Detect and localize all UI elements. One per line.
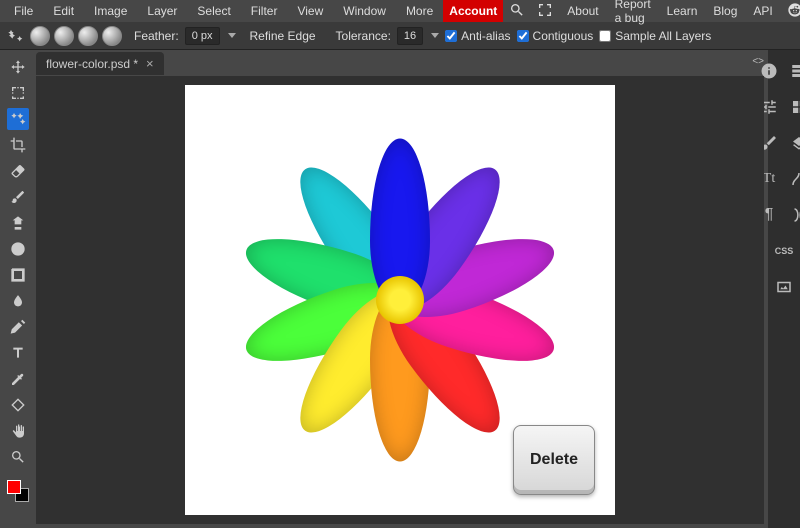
menu-bar: File Edit Image Layer Select Filter View… bbox=[0, 0, 800, 22]
selection-mode-subtract[interactable] bbox=[78, 26, 98, 46]
blur-tool[interactable] bbox=[7, 290, 29, 312]
document-tab-label: flower-color.psd * bbox=[46, 57, 138, 71]
canvas-area: Delete bbox=[36, 76, 764, 524]
history-panel-icon[interactable] bbox=[786, 58, 800, 84]
selection-mode-intersect[interactable] bbox=[102, 26, 122, 46]
magic-wand-tool[interactable] bbox=[7, 108, 29, 130]
options-bar: Feather: 0 px Refine Edge Tolerance: 16 … bbox=[0, 22, 800, 50]
flower-center bbox=[376, 276, 424, 324]
link-blog[interactable]: Blog bbox=[705, 4, 745, 18]
sample-all-checkbox[interactable]: Sample All Layers bbox=[599, 29, 711, 43]
fullscreen-icon[interactable] bbox=[531, 2, 559, 21]
type-tool[interactable] bbox=[7, 342, 29, 364]
swatches-panel-icon[interactable] bbox=[786, 94, 800, 120]
left-toolbar bbox=[6, 56, 30, 502]
tolerance-label: Tolerance: bbox=[336, 29, 391, 43]
contiguous-checkbox[interactable]: Contiguous bbox=[517, 29, 594, 43]
path-panel-icon[interactable] bbox=[786, 166, 800, 192]
hand-tool[interactable] bbox=[7, 420, 29, 442]
zoom-tool[interactable] bbox=[7, 446, 29, 468]
feather-stepper-icon[interactable] bbox=[228, 33, 236, 38]
glyphs-panel-icon[interactable] bbox=[786, 202, 800, 228]
antialias-checkbox[interactable]: Anti-alias bbox=[445, 29, 510, 43]
ruler-tool[interactable] bbox=[7, 394, 29, 416]
contiguous-label: Contiguous bbox=[533, 29, 594, 43]
delete-key-overlay: Delete bbox=[513, 425, 595, 495]
menu-file[interactable]: File bbox=[4, 0, 43, 22]
color-swatches[interactable] bbox=[7, 480, 29, 502]
document-tab[interactable]: flower-color.psd * × bbox=[36, 52, 164, 75]
menu-window[interactable]: Window bbox=[333, 0, 396, 22]
reddit-icon[interactable] bbox=[781, 2, 800, 21]
image-panel-icon[interactable] bbox=[771, 274, 797, 300]
menu-filter[interactable]: Filter bbox=[241, 0, 288, 22]
layers-panel-icon[interactable] bbox=[786, 130, 800, 156]
menu-account[interactable]: Account bbox=[443, 0, 503, 22]
foreground-color-swatch[interactable] bbox=[7, 480, 21, 494]
gradient-tool[interactable] bbox=[7, 264, 29, 286]
menu-more[interactable]: More bbox=[396, 0, 443, 22]
refine-edge-button[interactable]: Refine Edge bbox=[242, 27, 324, 45]
selection-mode-new[interactable] bbox=[30, 26, 50, 46]
link-about[interactable]: About bbox=[559, 4, 606, 18]
link-learn[interactable]: Learn bbox=[659, 4, 706, 18]
pen-tool[interactable] bbox=[7, 316, 29, 338]
move-tool[interactable] bbox=[7, 56, 29, 78]
document-tabs: flower-color.psd * × bbox=[0, 50, 800, 76]
menu-view[interactable]: View bbox=[287, 0, 333, 22]
selection-mode-add[interactable] bbox=[54, 26, 74, 46]
tolerance-stepper-icon[interactable] bbox=[431, 33, 439, 38]
brush-tool[interactable] bbox=[7, 186, 29, 208]
rect-select-tool[interactable] bbox=[7, 82, 29, 104]
canvas[interactable]: Delete bbox=[185, 85, 615, 515]
menu-image[interactable]: Image bbox=[84, 0, 137, 22]
feather-label: Feather: bbox=[134, 29, 179, 43]
feather-value[interactable]: 0 px bbox=[185, 27, 220, 45]
crop-tool[interactable] bbox=[7, 134, 29, 156]
antialias-label: Anti-alias bbox=[461, 29, 510, 43]
link-api[interactable]: API bbox=[745, 4, 780, 18]
clone-stamp-tool[interactable] bbox=[7, 212, 29, 234]
eyedropper-tool[interactable] bbox=[7, 368, 29, 390]
link-report-bug[interactable]: Report a bug bbox=[607, 0, 659, 25]
right-panels: Tt ¶ CSS bbox=[768, 50, 800, 528]
menu-layer[interactable]: Layer bbox=[137, 0, 187, 22]
eraser-tool[interactable] bbox=[7, 160, 29, 182]
menu-select[interactable]: Select bbox=[187, 0, 240, 22]
search-icon[interactable] bbox=[503, 2, 531, 21]
sample-all-label: Sample All Layers bbox=[615, 29, 711, 43]
menu-edit[interactable]: Edit bbox=[43, 0, 84, 22]
shape-tool[interactable] bbox=[7, 238, 29, 260]
close-tab-icon[interactable]: × bbox=[146, 56, 154, 71]
tolerance-value[interactable]: 16 bbox=[397, 27, 423, 45]
magic-wand-small-icon bbox=[6, 27, 24, 45]
css-panel-icon[interactable]: CSS bbox=[771, 238, 797, 264]
